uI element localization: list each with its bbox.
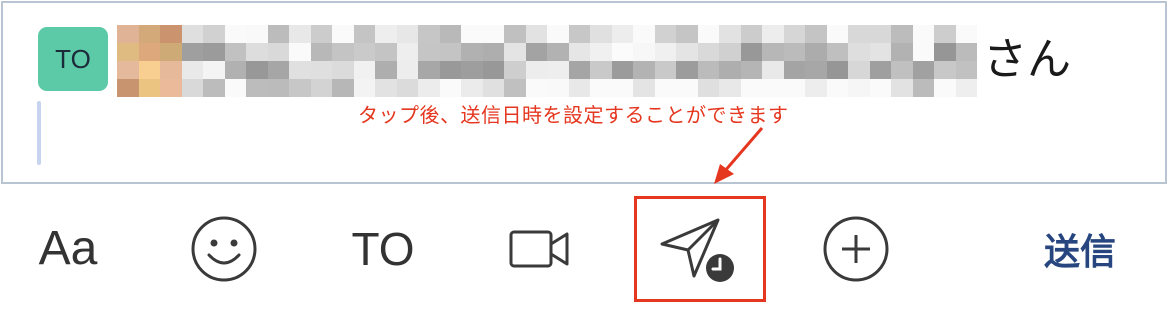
to-mention-chip[interactable]: TO — [38, 27, 108, 91]
compose-toolbar: Aa TO 送信 — [0, 186, 1170, 311]
to-mention-button[interactable]: TO — [338, 186, 428, 311]
scheduled-send-highlight — [634, 196, 766, 302]
video-call-button[interactable] — [500, 186, 580, 311]
annotation-arrow-icon — [714, 127, 764, 184]
redacted-recipient-name — [117, 25, 977, 97]
video-camera-icon — [509, 230, 569, 267]
send-button[interactable]: 送信 — [1030, 186, 1130, 311]
add-attachment-button[interactable] — [818, 186, 894, 311]
recipient-honorific: さん — [983, 34, 1071, 85]
text-cursor — [37, 101, 41, 165]
message-compose-area[interactable]: TO さん タップ後、送信日時を設定することができます — [1, 1, 1167, 184]
text-format-button[interactable]: Aa — [20, 186, 116, 311]
smiley-icon — [191, 216, 257, 281]
emoji-button[interactable] — [186, 186, 262, 311]
chat-compose-screen: TO さん タップ後、送信日時を設定することができます Aa TO 送信 — [0, 0, 1170, 311]
plus-circle-icon — [823, 216, 889, 281]
